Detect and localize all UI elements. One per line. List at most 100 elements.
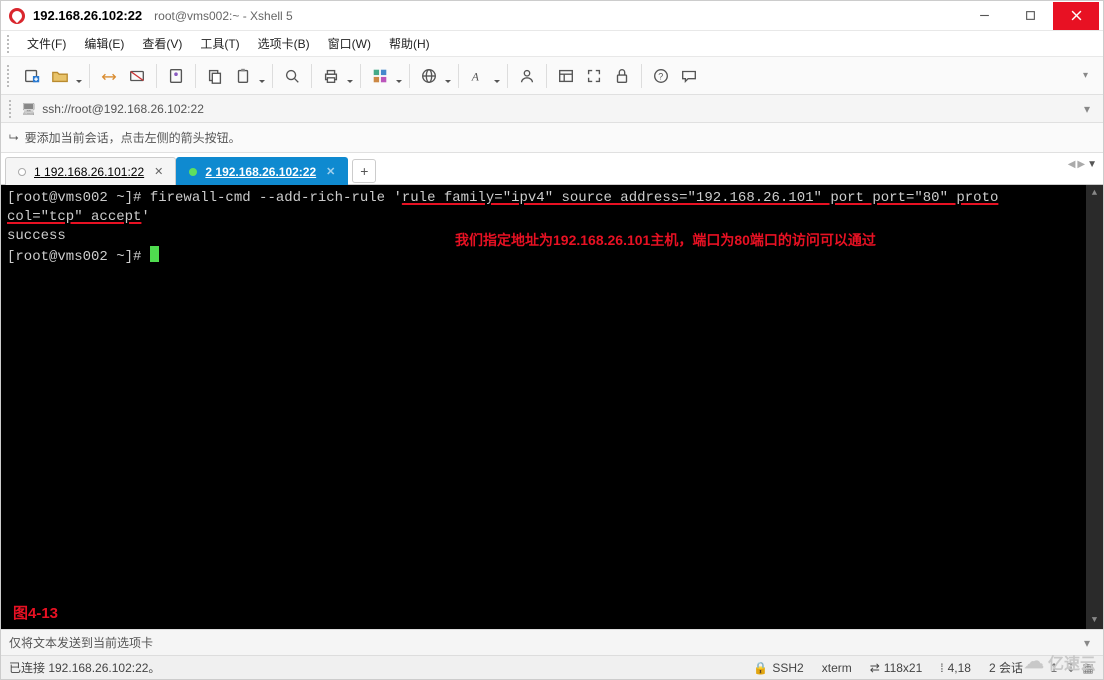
properties-icon[interactable] (163, 63, 189, 89)
reconnect-icon[interactable] (96, 63, 122, 89)
tab-num: 1 (34, 165, 41, 179)
terminal-text: [root@vms002 ~]# firewall-cmd --add-rich… (7, 190, 402, 206)
scroll-up-icon[interactable]: ▲ (1086, 185, 1103, 202)
tab-session-2[interactable]: 2 192.168.26.102:22 ✕ (176, 157, 348, 185)
minimize-button[interactable] (961, 2, 1007, 30)
window-controls (961, 2, 1099, 30)
tab-label: 192.168.26.102:22 (215, 165, 316, 179)
terminal[interactable]: [root@vms002 ~]# firewall-cmd --add-rich… (1, 185, 1103, 629)
tab-close-icon[interactable]: ✕ (326, 165, 335, 178)
new-session-icon[interactable] (19, 63, 45, 89)
toolbar: A ? ▾ (1, 57, 1103, 95)
tab-session-1[interactable]: 1 192.168.26.101:22 ✕ (5, 157, 176, 185)
color-scheme-icon[interactable] (367, 63, 403, 89)
tab-status-dot (189, 168, 197, 176)
find-icon[interactable] (279, 63, 305, 89)
app-window: 192.168.26.102:22 root@vms002:~ - Xshell… (0, 0, 1104, 680)
menu-window[interactable]: 窗口(W) (320, 32, 379, 55)
chat-icon[interactable] (676, 63, 702, 89)
send-bar-hint: 仅将文本发送到当前选项卡 (9, 634, 153, 651)
toolbar-overflow-icon[interactable]: ▾ (1083, 70, 1097, 81)
paste-icon[interactable] (230, 63, 266, 89)
toolbar-separator (546, 64, 547, 88)
title-ip: 192.168.26.102:22 (33, 8, 142, 23)
menu-help[interactable]: 帮助(H) (381, 32, 438, 55)
toolbar-separator (409, 64, 410, 88)
terminal-text-highlight: rule family="ipv4" source address="192.1… (402, 190, 999, 206)
terminal-scrollbar[interactable]: ▲ ▼ (1086, 185, 1103, 629)
font-icon[interactable]: A (465, 63, 501, 89)
tab-close-icon[interactable]: ✕ (154, 165, 163, 178)
terminal-prompt: [root@vms002 ~]# (7, 249, 150, 265)
layout-icon[interactable] (553, 63, 579, 89)
tab-num: 2 (205, 165, 212, 179)
add-session-arrow-icon[interactable]: ⮡ (9, 130, 19, 145)
info-bar: ⮡ 要添加当前会话，点击左侧的箭头按钮。 (1, 123, 1103, 153)
tab-status-dot (18, 168, 26, 176)
menu-edit[interactable]: 编辑(E) (76, 32, 132, 55)
toolbar-separator (641, 64, 642, 88)
close-button[interactable] (1053, 2, 1099, 30)
toolbar-separator (89, 64, 90, 88)
toolbar-separator (272, 64, 273, 88)
svg-text:A: A (471, 70, 480, 83)
tab-nav-left-icon[interactable]: ◀ (1068, 159, 1076, 170)
size-icon: ⇄ (870, 661, 880, 675)
toolbar-separator (507, 64, 508, 88)
menubar-handle[interactable] (7, 35, 13, 53)
tab-label: 192.168.26.101:22 (44, 165, 144, 179)
svg-text:?: ? (658, 71, 663, 81)
figure-label: 图4-13 (13, 604, 58, 623)
help-icon[interactable]: ? (648, 63, 674, 89)
copy-icon[interactable] (202, 63, 228, 89)
lock-icon[interactable] (609, 63, 635, 89)
toolbar-separator (195, 64, 196, 88)
addressbar-handle[interactable] (9, 100, 15, 118)
status-size: 118x21 (884, 661, 922, 675)
menu-tabs[interactable]: 选项卡(B) (250, 32, 318, 55)
tab-add-button[interactable]: + (352, 159, 376, 183)
address-dropdown-icon[interactable]: ▾ (1079, 102, 1095, 116)
status-connected: 已连接 192.168.26.102:22。 (9, 659, 160, 676)
open-session-icon[interactable] (47, 63, 83, 89)
toolbar-separator (311, 64, 312, 88)
globe-icon: 🖥 (21, 102, 36, 116)
toolbar-separator (458, 64, 459, 88)
menubar: 文件(F) 编辑(E) 查看(V) 工具(T) 选项卡(B) 窗口(W) 帮助(… (1, 31, 1103, 57)
tab-nav-right-icon[interactable]: ▶ (1077, 159, 1085, 170)
menu-view[interactable]: 查看(V) (134, 32, 190, 55)
user-icon[interactable] (514, 63, 540, 89)
watermark: ☁ 亿速云 (1024, 649, 1096, 674)
menu-tools[interactable]: 工具(T) (192, 32, 247, 55)
encoding-icon[interactable] (416, 63, 452, 89)
address-bar: 🖥 ssh://root@192.168.26.102:22 ▾ (1, 95, 1103, 123)
tab-nav-list-icon[interactable]: ▼ (1087, 159, 1097, 170)
toolbar-handle[interactable] (7, 65, 13, 87)
fullscreen-icon[interactable] (581, 63, 607, 89)
status-pos: 4,18 (948, 661, 971, 675)
toolbar-separator (360, 64, 361, 88)
pos-icon: ⁞ (940, 661, 943, 675)
terminal-annotation: 我们指定地址为192.168.26.101主机，端口为80端口的访问可以通过 (455, 231, 876, 250)
send-bar-dropdown-icon[interactable]: ▾ (1079, 636, 1095, 650)
disconnect-icon[interactable] (124, 63, 150, 89)
tab-bar: 1 192.168.26.101:22 ✕ 2 192.168.26.102:2… (1, 153, 1103, 185)
print-icon[interactable] (318, 63, 354, 89)
terminal-text-highlight: col="tcp" accept (7, 209, 141, 225)
titlebar: 192.168.26.102:22 root@vms002:~ - Xshell… (1, 1, 1103, 31)
watermark-text: 亿速云 (1048, 650, 1096, 674)
terminal-cursor (150, 246, 159, 262)
address-url[interactable]: ssh://root@192.168.26.102:22 (42, 102, 204, 116)
status-ssh: SSH2 (772, 661, 803, 675)
scroll-down-icon[interactable]: ▼ (1086, 612, 1103, 629)
title-app: root@vms002:~ - Xshell 5 (154, 9, 293, 23)
app-icon (9, 8, 25, 24)
menu-file[interactable]: 文件(F) (19, 32, 74, 55)
tab-nav: ◀ ▶ ▼ (1068, 159, 1097, 170)
toolbar-separator (156, 64, 157, 88)
send-bar[interactable]: 仅将文本发送到当前选项卡 ▾ (1, 629, 1103, 655)
terminal-text: ' (141, 209, 149, 225)
maximize-button[interactable] (1007, 2, 1053, 30)
status-bar: 已连接 192.168.26.102:22。 🔒SSH2 xterm ⇄118x… (1, 655, 1103, 679)
info-bar-text: 要添加当前会话，点击左侧的箭头按钮。 (25, 129, 241, 146)
